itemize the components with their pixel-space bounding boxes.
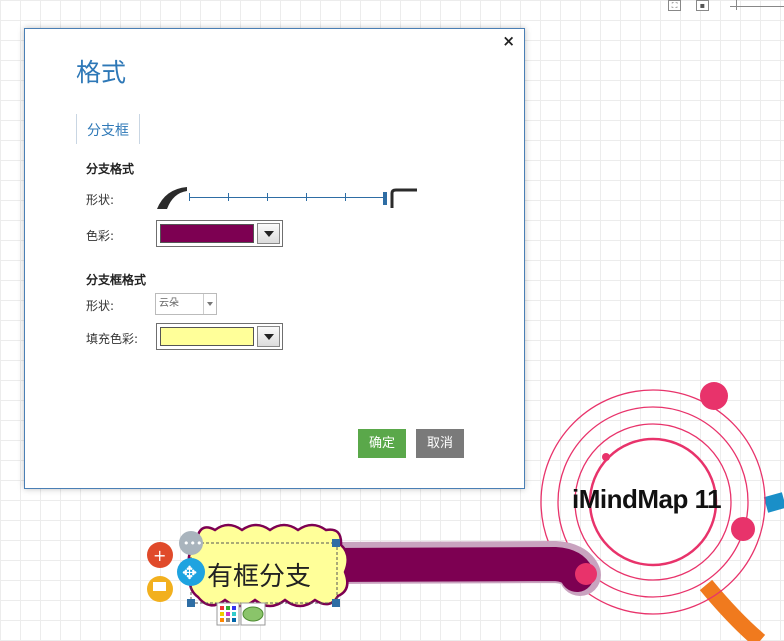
orange-branch[interactable]	[699, 579, 766, 641]
slider-tick	[345, 193, 346, 201]
ring-dot	[700, 382, 728, 410]
svg-text:+: +	[153, 546, 166, 565]
resize-handle[interactable]	[332, 599, 340, 607]
format-dialog: × 格式 分支框 分支格式 形状: 色彩: 分支框格式 形状: 云朵 填充色彩:…	[24, 28, 525, 489]
branch-label[interactable]: 有框分支	[207, 556, 311, 593]
slider-tick	[189, 193, 190, 201]
frame-fill-swatch	[160, 327, 254, 346]
branch-color-picker[interactable]	[156, 220, 283, 247]
svg-text:•••: •••	[183, 537, 202, 550]
branch-color-label: 色彩:	[86, 229, 115, 243]
branch-format-heading: 分支格式	[86, 162, 135, 176]
angular-branch-icon[interactable]	[389, 187, 419, 209]
frame-shape-value: 云朵	[159, 298, 179, 309]
slider-tick	[228, 193, 229, 201]
ring-dot	[602, 453, 610, 461]
ok-button[interactable]: 确定	[358, 429, 406, 458]
cancel-button[interactable]: 取消	[416, 429, 464, 458]
central-idea-label[interactable]: iMindMap 11	[572, 484, 722, 515]
branch-shape-slider[interactable]	[189, 197, 387, 198]
frame-shape-select[interactable]: 云朵	[155, 293, 217, 315]
tab-branch-frame[interactable]: 分支框	[76, 114, 140, 144]
purple-branch[interactable]	[313, 546, 594, 592]
svg-text:✥: ✥	[182, 563, 197, 584]
frame-shape-label: 形状:	[86, 299, 115, 313]
chevron-down-icon[interactable]	[203, 294, 216, 314]
branch-shape-slider-thumb[interactable]	[383, 192, 387, 205]
close-icon[interactable]: ×	[502, 32, 515, 50]
frame-fill-picker[interactable]	[156, 323, 283, 350]
blue-branch[interactable]	[763, 492, 784, 513]
dialog-title: 格式	[76, 58, 127, 87]
resize-handle[interactable]	[187, 599, 195, 607]
frame-fill-label: 填充色彩:	[86, 332, 139, 346]
frame-format-heading: 分支框格式	[86, 273, 147, 287]
curved-tapered-branch-icon[interactable]	[155, 185, 189, 211]
ring-dot	[575, 563, 597, 585]
branch-shape-label: 形状:	[86, 193, 115, 207]
chevron-down-icon[interactable]	[257, 326, 280, 347]
ring-dot	[731, 517, 755, 541]
resize-handle[interactable]	[332, 539, 340, 547]
slider-tick	[306, 193, 307, 201]
branch-color-swatch	[160, 224, 254, 243]
chevron-down-icon[interactable]	[257, 223, 280, 244]
slider-tick	[267, 193, 268, 201]
